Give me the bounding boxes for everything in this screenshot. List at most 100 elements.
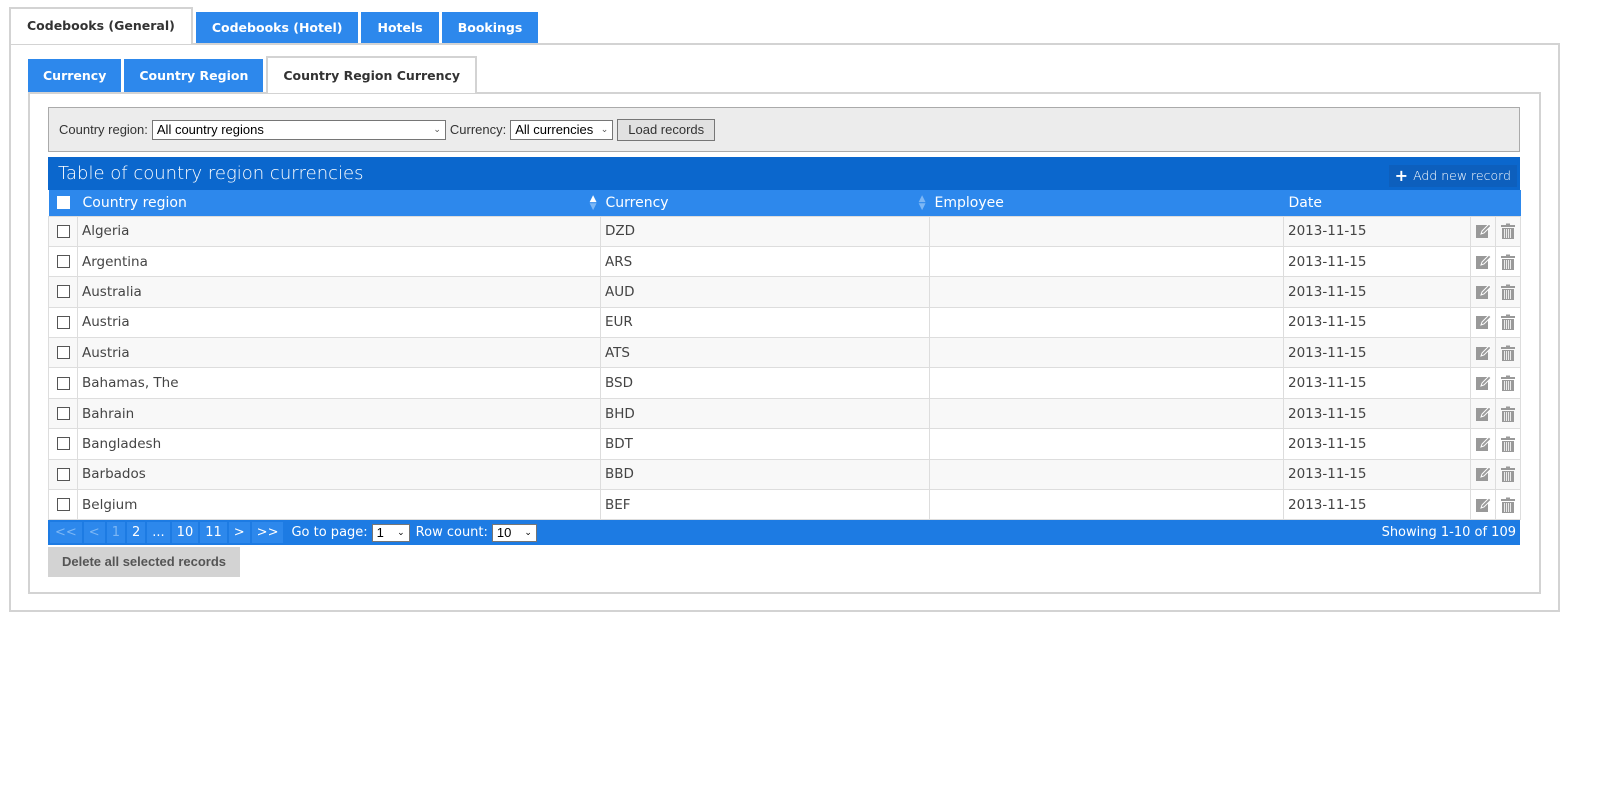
go-to-page-label: Go to page: xyxy=(291,525,368,541)
add-new-record-label: Add new record xyxy=(1413,168,1511,183)
table-row: Belgium BEF 2013-11-15 xyxy=(48,489,1521,521)
go-to-page-value: 1 xyxy=(376,525,384,541)
table-row: Argentina ARS 2013-11-15 xyxy=(48,245,1521,278)
currency-select[interactable]: All currencies ⌄ xyxy=(510,119,614,140)
column-header-date[interactable]: Date xyxy=(1284,190,1471,216)
page-1-button[interactable]: 1 xyxy=(106,522,125,544)
table-row: Bahrain BHD 2013-11-15 xyxy=(48,397,1521,430)
edit-icon[interactable] xyxy=(1475,375,1492,391)
cell-employee xyxy=(929,245,1284,278)
chevron-down-icon: ⌄ xyxy=(397,527,405,538)
row-checkbox[interactable] xyxy=(56,285,70,299)
table-row: Barbados BBD 2013-11-15 xyxy=(48,458,1521,491)
load-records-button[interactable]: Load records xyxy=(617,118,716,141)
cell-country-region: Austria xyxy=(77,306,601,339)
tab-codebooks-general[interactable]: Codebooks (General) xyxy=(9,7,193,44)
sort-icon: ▲ ▼ xyxy=(918,194,926,212)
edit-icon[interactable] xyxy=(1475,314,1492,330)
select-all-checkbox[interactable] xyxy=(56,196,70,210)
delete-cell xyxy=(1495,306,1521,339)
row-checkbox[interactable] xyxy=(56,407,70,421)
delete-selected-button[interactable]: Delete all selected records xyxy=(48,547,241,578)
edit-icon[interactable] xyxy=(1475,253,1492,270)
row-checkbox[interactable] xyxy=(56,315,70,329)
row-checkbox[interactable] xyxy=(56,437,70,451)
tab-hotels[interactable]: Hotels xyxy=(361,12,439,44)
table-header-row: Country region ▲ ▼ Currency ▲ ▼ Employee Dat… xyxy=(48,190,1521,216)
trash-icon[interactable] xyxy=(1500,223,1516,240)
trash-icon[interactable] xyxy=(1500,254,1516,270)
cell-country-region: Algeria xyxy=(77,215,601,247)
tab-currency[interactable]: Currency xyxy=(28,59,122,93)
edit-cell xyxy=(1470,428,1496,460)
trash-icon[interactable] xyxy=(1500,466,1516,483)
row-checkbox[interactable] xyxy=(56,376,70,390)
filter-bar: Country region: All country regions ⌄ Cu… xyxy=(48,107,1520,152)
row-checkbox[interactable] xyxy=(56,346,70,360)
cell-country-region: Belgium xyxy=(77,489,601,521)
country-region-select[interactable]: All country regions ⌄ xyxy=(151,119,446,140)
row-select-cell xyxy=(48,215,78,247)
trash-icon[interactable] xyxy=(1500,314,1516,331)
showing-count: Showing 1-10 of 109 xyxy=(1381,525,1516,541)
edit-icon[interactable] xyxy=(1475,223,1492,239)
edit-icon[interactable] xyxy=(1475,436,1492,452)
delete-cell xyxy=(1495,397,1521,430)
column-header-employee[interactable]: Employee xyxy=(930,190,1284,216)
row-checkbox[interactable] xyxy=(56,498,70,512)
chevron-down-icon: ⌄ xyxy=(600,124,609,134)
trash-icon[interactable] xyxy=(1500,375,1516,392)
trash-icon[interactable] xyxy=(1500,406,1516,422)
edit-cell xyxy=(1470,458,1496,491)
next-page-button[interactable]: > xyxy=(228,522,250,544)
edit-icon[interactable] xyxy=(1475,496,1492,513)
cell-date: 2013-11-15 xyxy=(1283,245,1471,278)
column-header-country-region[interactable]: Country region ▲ ▼ xyxy=(78,190,601,216)
cell-currency: BBD xyxy=(600,458,930,491)
trash-icon[interactable] xyxy=(1500,345,1516,361)
go-to-page-select[interactable]: 1 ⌄ xyxy=(371,523,410,542)
edit-cell xyxy=(1470,489,1496,521)
delete-cell xyxy=(1495,489,1521,521)
row-count-select[interactable]: 10 ⌄ xyxy=(491,523,537,542)
trash-icon[interactable] xyxy=(1500,436,1516,452)
page-11-button[interactable]: 11 xyxy=(200,522,227,544)
tab-bookings[interactable]: Bookings xyxy=(441,12,539,44)
tab-country-region-currency[interactable]: Country Region Currency xyxy=(266,56,478,93)
trash-icon[interactable] xyxy=(1500,284,1516,300)
page-2-button[interactable]: 2 xyxy=(126,522,146,544)
row-checkbox[interactable] xyxy=(56,467,70,481)
first-page-button[interactable]: << xyxy=(50,522,82,544)
page-ellipsis-button[interactable]: ... xyxy=(147,522,170,544)
row-checkbox[interactable] xyxy=(56,255,70,269)
add-new-record-button[interactable]: + Add new record xyxy=(1388,165,1517,187)
last-page-button[interactable]: >> xyxy=(251,522,284,544)
delete-column-header xyxy=(1496,190,1521,216)
edit-icon[interactable] xyxy=(1475,466,1492,482)
edit-icon[interactable] xyxy=(1475,345,1492,361)
tab-country-region[interactable]: Country Region xyxy=(124,59,264,93)
table-row: Algeria DZD 2013-11-15 xyxy=(48,215,1521,247)
edit-icon[interactable] xyxy=(1475,405,1492,422)
column-header-label: Currency xyxy=(605,194,669,211)
column-header-currency[interactable]: Currency ▲ ▼ xyxy=(601,190,930,216)
tab-codebooks-hotel[interactable]: Codebooks (Hotel) xyxy=(195,12,359,44)
cell-country-region: Bahrain xyxy=(77,397,601,430)
select-all-cell xyxy=(49,190,78,216)
table-title: Table of country region currencies xyxy=(58,163,364,184)
edit-cell xyxy=(1470,367,1496,399)
row-checkbox[interactable] xyxy=(56,224,70,238)
row-select-cell xyxy=(48,397,78,430)
edit-icon[interactable] xyxy=(1475,284,1492,300)
cell-country-region: Barbados xyxy=(77,458,601,491)
cell-employee xyxy=(929,458,1284,491)
cell-currency: BHD xyxy=(600,397,930,430)
trash-icon[interactable] xyxy=(1500,497,1516,513)
cell-employee xyxy=(929,276,1284,308)
row-select-cell xyxy=(48,337,78,369)
page-10-button[interactable]: 10 xyxy=(171,522,199,544)
cell-employee xyxy=(929,367,1284,399)
cell-date: 2013-11-15 xyxy=(1283,428,1471,460)
table-title-bar: Table of country region currencies + Add… xyxy=(48,157,1520,190)
prev-page-button[interactable]: < xyxy=(83,522,105,544)
